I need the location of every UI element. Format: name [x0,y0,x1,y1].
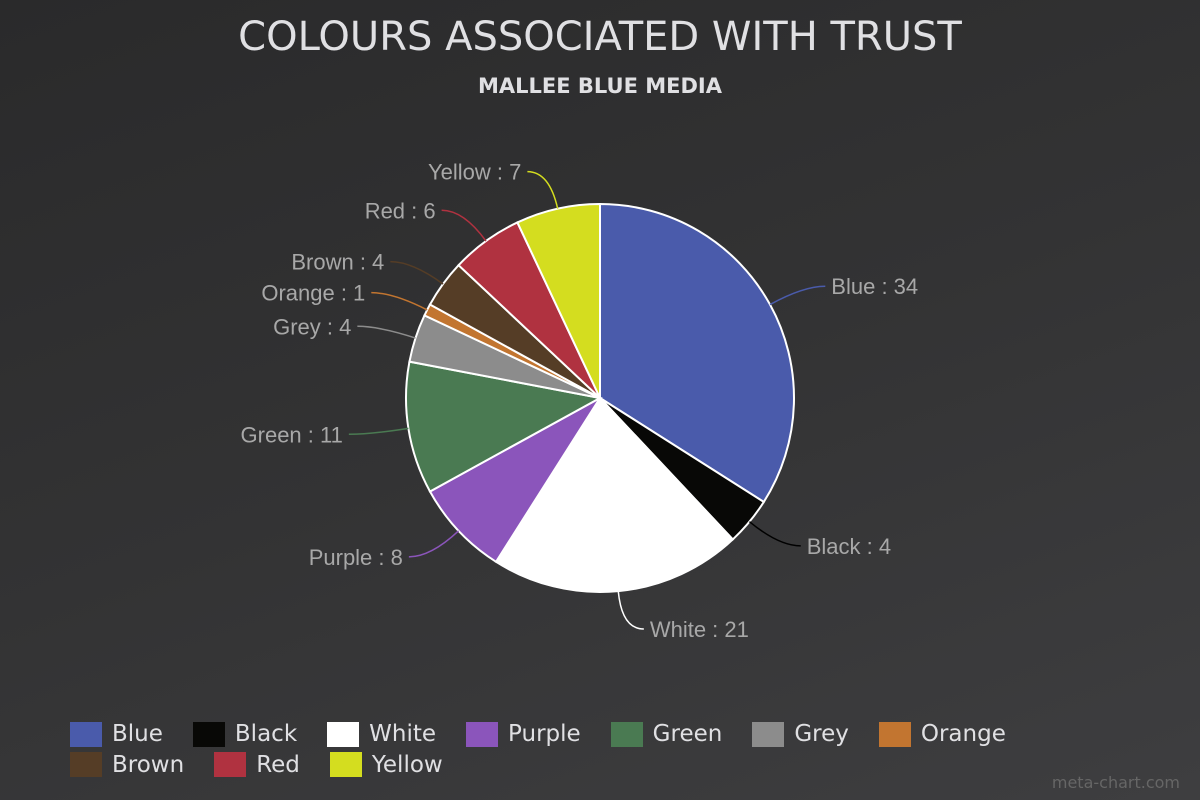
legend-label: Red [256,751,300,778]
legend-swatch [70,721,102,747]
data-label-purple: Purple : 8 [309,545,403,570]
connector-blue [769,285,826,306]
connector-black [749,521,801,547]
legend: Blue Black White Purple Green Grey Orange Brown… [70,720,1180,781]
data-label-grey: Grey : 4 [273,314,351,339]
legend-item-black[interactable]: Black [192,720,298,748]
legend-swatch [329,752,362,777]
legend-swatch [70,752,102,777]
connector-yellow [527,170,559,209]
legend-item-orange[interactable]: Orange [878,720,1006,748]
legend-swatch [466,721,499,747]
legend-label: White [369,721,437,747]
legend-label: Black [234,721,298,747]
legend-label: Purple [508,721,581,747]
connector-red [441,209,487,242]
credit-text[interactable]: meta-chart.com [1052,773,1180,792]
connector-orange [371,291,428,311]
legend-swatch [192,721,225,747]
legend-label: Brown [112,751,185,778]
connector-grey [357,325,416,339]
legend-label: Yellow [371,751,443,778]
data-label-black: Black : 4 [807,534,891,559]
connector-purple [408,530,460,558]
legend-item-green[interactable]: Green [610,720,723,748]
legend-item-yellow[interactable]: Yellow [329,751,443,779]
legend-label: Orange [920,721,1006,747]
connector-green [348,427,409,436]
legend-label: Grey [794,721,849,747]
legend-swatch [327,721,360,747]
legend-item-purple[interactable]: Purple [466,720,581,748]
legend-swatch [752,721,785,747]
legend-label: Blue [112,721,163,747]
legend-item-grey[interactable]: Grey [752,720,849,748]
legend-item-brown[interactable]: Brown [70,751,184,779]
data-label-orange: Orange : 1 [261,281,365,306]
data-label-red: Red : 6 [365,198,436,223]
connector-white [617,591,644,630]
legend-label: Green [652,721,723,747]
legend-swatch [214,752,247,777]
data-label-yellow: Yellow : 7 [428,160,521,185]
connector-brown [390,260,444,285]
pie-chart: Blue : 34 Black : 4 White : 21 Purple : 8 Gr… [241,160,919,642]
data-label-brown: Brown : 4 [291,250,384,275]
data-label-blue: Blue : 34 [831,274,918,299]
legend-item-white[interactable]: White [327,720,436,748]
data-label-green: Green : 11 [241,422,343,447]
legend-item-blue[interactable]: Blue [70,720,163,748]
legend-swatch [610,721,643,747]
legend-swatch [878,721,911,747]
data-label-white: White : 21 [650,617,749,642]
legend-item-red[interactable]: Red [214,751,300,779]
